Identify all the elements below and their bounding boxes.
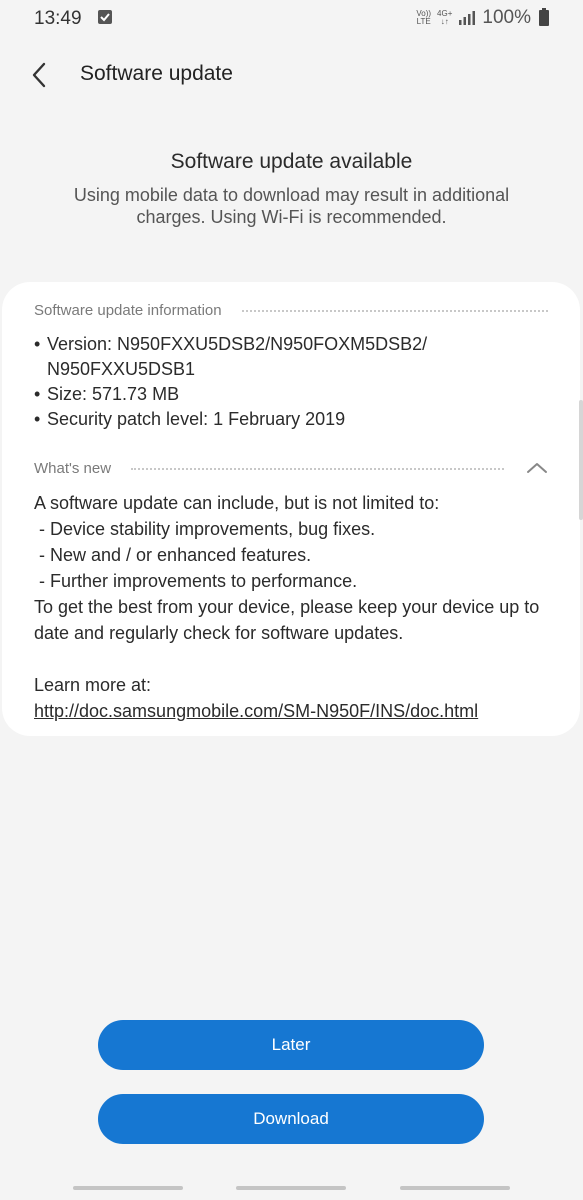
whats-new-line: - Device stability improvements, bug fix… [34,519,376,539]
chevron-up-icon[interactable] [514,458,548,478]
whats-new-header[interactable]: What's new [34,458,548,478]
signal-icon [459,11,476,25]
scrollbar[interactable] [579,400,583,520]
whats-new-line: A software update can include, but is no… [34,493,440,513]
info-section-header: Software update information [34,300,548,320]
security-patch-item: Security patch level: 1 February 2019 [34,407,548,432]
status-bar: 13:49 Vo)) LTE 4G+ ↓↑ 100% [0,0,583,36]
later-button[interactable]: Later [98,1020,484,1070]
version-item: Version: N950FXXU5DSB2/N950FOXM5DSB2/ N9… [34,332,548,382]
nav-home-handle[interactable] [236,1186,346,1190]
info-section-title: Software update information [34,301,222,319]
mobile-data-warning: Using mobile data to download may result… [73,185,510,227]
whats-new-title: What's new [34,459,112,477]
info-list: Version: N950FXXU5DSB2/N950FOXM5DSB2/ N9… [34,332,548,432]
release-notes-link[interactable]: http://doc.samsungmobile.com/SM-N950F/IN… [34,698,478,724]
whats-new-body: A software update can include, but is no… [34,490,548,646]
network-4g-icon: 4G+ ↓↑ [437,9,453,26]
app-header: Software update [0,52,583,98]
whats-new-line: - Further improvements to performance. [34,571,358,591]
nav-back-handle[interactable] [400,1186,510,1190]
download-button[interactable]: Download [98,1094,484,1144]
battery-icon [539,8,549,26]
volte-icon: Vo)) LTE [416,9,432,26]
section-divider [131,468,504,470]
learn-more-label: Learn more at: [34,675,152,695]
status-icons: Vo)) LTE 4G+ ↓↑ 100% [416,7,549,29]
section-divider [241,310,548,312]
update-available-title: Software update available [170,150,413,173]
whats-new-line: - New and / or enhanced features. [34,545,312,565]
battery-percent: 100% [482,7,531,28]
size-item: Size: 571.73 MB [34,382,548,407]
back-arrow-icon [32,62,46,88]
notification-check-icon [98,10,112,24]
whats-new-line: To get the best from your device, please… [34,597,540,643]
update-info-card: Software update information Version: N95… [2,282,580,736]
nav-recents-handle[interactable] [73,1186,183,1190]
back-button[interactable] [24,60,54,90]
page-title: Software update [80,62,233,85]
status-time: 13:49 [34,8,82,29]
navigation-bar [0,1186,583,1192]
